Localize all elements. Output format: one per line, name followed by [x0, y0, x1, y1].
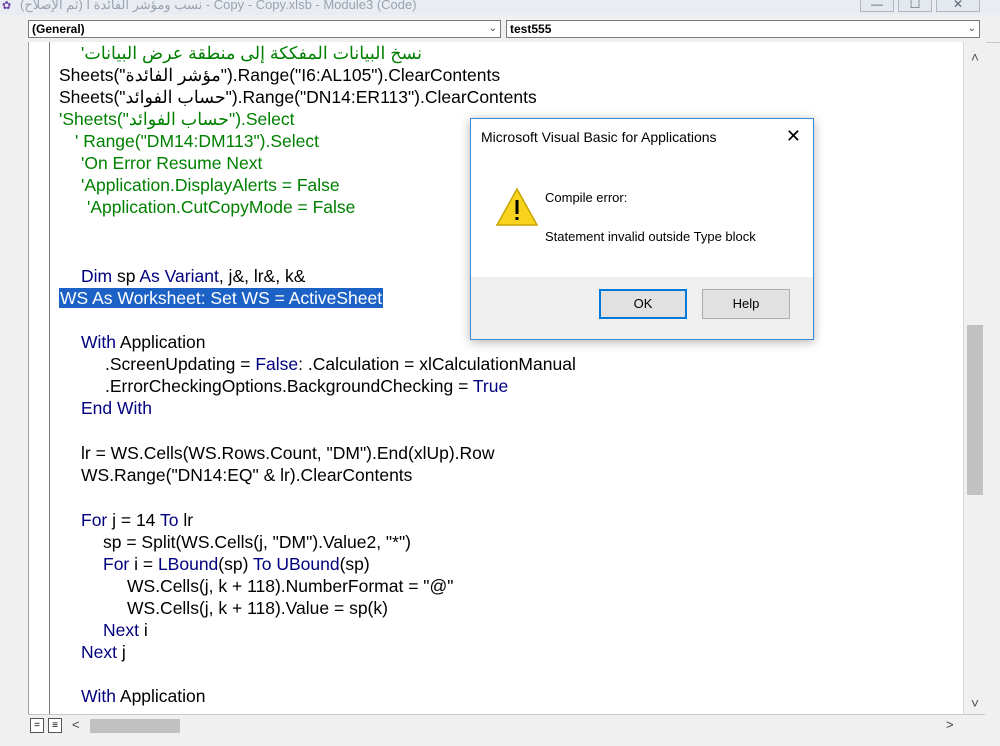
selected-text[interactable]: WS As Worksheet: Set WS = ActiveSheet: [59, 288, 384, 308]
code-line[interactable]: WS.Range("DN14:EQ" & lr).ClearContents: [81, 464, 412, 486]
code-line[interactable]: .ScreenUpdating = False: .Calculation = …: [105, 353, 576, 375]
procedure-view-icon[interactable]: =: [30, 718, 44, 733]
code-line[interactable]: End With: [81, 397, 152, 419]
code-line[interactable]: For i = LBound(sp) To UBound(sp): [103, 553, 370, 575]
dialog-title-bar: Microsoft Visual Basic for Applications …: [471, 119, 813, 155]
dialog-heading: Compile error:: [545, 190, 628, 205]
close-icon[interactable]: ✕: [786, 126, 801, 146]
code-line-dim[interactable]: Dim sp As Variant, j&, lr&, k&: [81, 265, 305, 287]
title-bar: ✿ (ثم الإصلاح) نسب ومؤشر الفائدة ا - Cop…: [0, 0, 1000, 15]
procedure-dropdown-value: test555: [510, 22, 552, 36]
combo-row: (General) ⌄ test555 ⌄: [0, 15, 1000, 43]
dialog-title: Microsoft Visual Basic for Applications: [481, 129, 717, 145]
minimize-button[interactable]: —: [860, 0, 894, 12]
object-dropdown[interactable]: (General) ⌄: [28, 20, 501, 38]
code-line[interactable]: lr = WS.Cells(WS.Rows.Count, "DM").End(x…: [81, 442, 495, 464]
code-line[interactable]: Next i: [103, 619, 148, 641]
bottom-bar: = ≡ < >: [28, 714, 985, 737]
close-window-button[interactable]: ✕: [936, 0, 980, 12]
code-line[interactable]: .ErrorCheckingOptions.BackgroundChecking…: [105, 375, 508, 397]
scroll-left-icon[interactable]: <: [72, 717, 80, 732]
scroll-up-icon[interactable]: ˄: [964, 48, 986, 66]
code-line[interactable]: 'Application.CutCopyMode = False: [87, 196, 355, 218]
code-line[interactable]: For j = 14 To lr: [81, 509, 193, 531]
code-line[interactable]: 'Application.DisplayAlerts = False: [81, 174, 340, 196]
code-line[interactable]: With Application: [81, 331, 206, 353]
left-frame: [0, 42, 28, 746]
code-line[interactable]: نسخ البيانات المفككة إلى منطقة عرض البيا…: [81, 42, 422, 64]
vba-app-icon: ✿: [2, 0, 12, 12]
code-line[interactable]: WS.Cells(j, k + 118).Value = sp(k): [127, 597, 388, 619]
margin-indicator-bar[interactable]: [29, 42, 50, 714]
full-module-view-icon[interactable]: ≡: [48, 718, 62, 733]
window-title: (ثم الإصلاح) نسب ومؤشر الفائدة ا - Copy …: [20, 0, 417, 12]
scroll-down-icon[interactable]: ˅: [964, 694, 986, 712]
code-line[interactable]: Next j: [81, 641, 126, 663]
code-line[interactable]: Sheets("مؤشر الفائدة").Range("I6:AL105")…: [59, 64, 500, 86]
chevron-down-icon: ⌄: [488, 23, 497, 34]
vertical-scroll-thumb[interactable]: [967, 325, 983, 495]
vertical-scrollbar[interactable]: ˄ ˅: [963, 42, 986, 714]
horizontal-scroll-thumb[interactable]: [90, 719, 180, 733]
maximize-button[interactable]: ☐: [898, 0, 932, 12]
code-line[interactable]: 'Sheets("حساب الفوائد").Select: [59, 108, 295, 130]
object-dropdown-value: (General): [32, 22, 85, 36]
code-line[interactable]: With Application: [81, 685, 206, 707]
code-line[interactable]: 'On Error Resume Next: [81, 152, 262, 174]
code-line[interactable]: ' Range("DM14:DM113").Select: [75, 130, 319, 152]
dialog-message: Statement invalid outside Type block: [545, 229, 756, 244]
compile-error-dialog: Microsoft Visual Basic for Applications …: [470, 118, 814, 340]
code-line[interactable]: sp = Split(WS.Cells(j, "DM").Value2, "*"…: [103, 531, 411, 553]
scroll-right-icon[interactable]: >: [946, 717, 954, 732]
chevron-down-icon: ⌄: [967, 23, 976, 34]
ok-button[interactable]: OK: [599, 289, 687, 319]
code-line[interactable]: WS.Cells(j, k + 118).NumberFormat = "@": [127, 575, 453, 597]
procedure-dropdown[interactable]: test555 ⌄: [506, 20, 980, 38]
dialog-footer: OK Help: [471, 277, 813, 339]
warning-icon: [495, 187, 539, 226]
code-line[interactable]: Sheets("حساب الفوائد").Range("DN14:ER113…: [59, 86, 537, 108]
help-button[interactable]: Help: [702, 289, 790, 319]
code-line-selected[interactable]: WS As Worksheet: Set WS = ActiveSheet: [59, 287, 384, 309]
